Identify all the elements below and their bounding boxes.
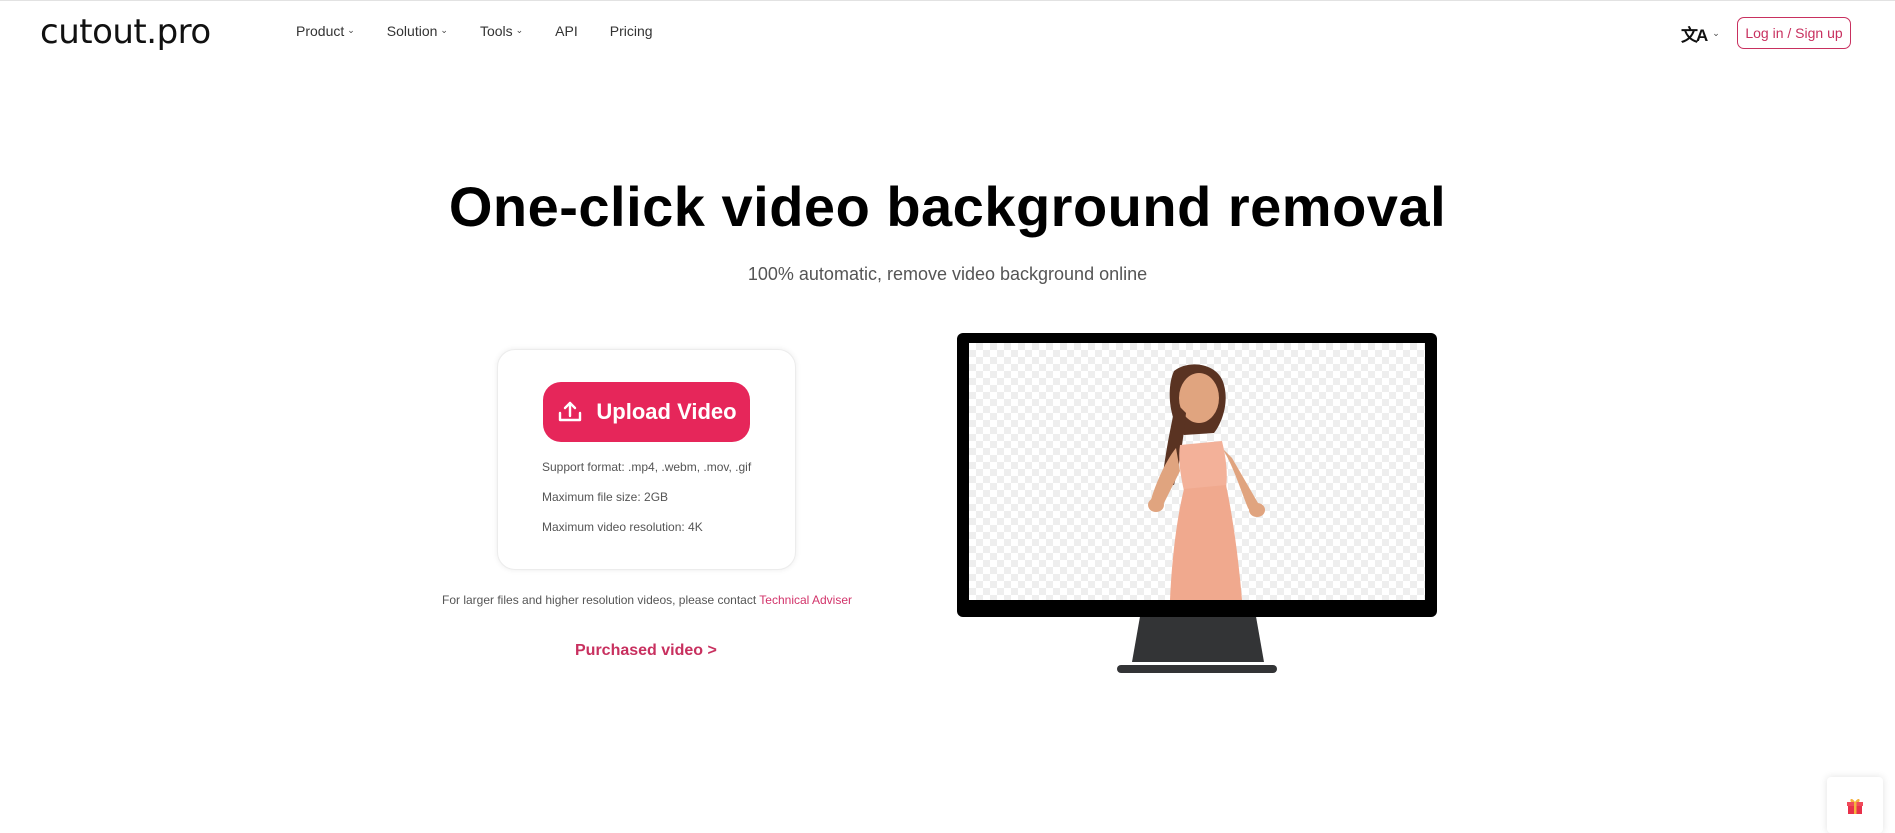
chevron-down-icon: ⌄	[515, 24, 524, 35]
monitor-stand	[1132, 617, 1264, 662]
nav-label: Product	[296, 23, 345, 39]
nav-product[interactable]: Product ⌄	[296, 23, 355, 39]
nav-label: API	[555, 23, 578, 39]
main-nav: Product ⌄ Solution ⌄ Tools ⌄ API Pricing	[296, 23, 685, 39]
nav-label: Tools	[479, 23, 513, 39]
nav-tools[interactable]: Tools ⌄	[480, 23, 523, 39]
nav-label: Pricing	[609, 23, 653, 39]
upload-card: Upload Video Support format: .mp4, .webm…	[497, 349, 796, 570]
person-cutout-image	[1148, 364, 1265, 600]
spec-resolution: Maximum video resolution: 4K	[542, 520, 703, 534]
chevron-down-icon: ⌄	[440, 24, 448, 35]
contact-text: For larger files and higher resolution v…	[442, 593, 760, 607]
login-signup-button[interactable]: Log in / Sign up	[1737, 17, 1851, 49]
chevron-down-icon: ⌄	[1712, 28, 1720, 38]
transparent-preview	[969, 343, 1425, 600]
upload-button-label: Upload Video	[596, 399, 737, 424]
nav-api[interactable]: API	[555, 23, 578, 39]
monitor-base	[1117, 665, 1277, 673]
logo[interactable]: cutout.pro	[40, 10, 211, 54]
language-selector[interactable]: 文A ⌄	[1681, 21, 1720, 46]
chevron-down-icon: ⌄	[347, 24, 355, 35]
gift-icon	[1847, 798, 1863, 814]
monitor-illustration	[957, 333, 1437, 617]
site-header: cutout.pro Product ⌄ Solution ⌄ Tools ⌄ API…	[0, 1, 1895, 67]
technical-adviser-link[interactable]: Technical Adviser	[759, 593, 852, 607]
nav-solution[interactable]: Solution ⌄	[387, 23, 448, 39]
contact-note: For larger files and higher resolution v…	[442, 593, 852, 607]
gift-button[interactable]	[1827, 777, 1883, 833]
translate-icon: 文A	[1681, 26, 1708, 45]
nav-label: Solution	[386, 23, 438, 39]
spec-file-size: Maximum file size: 2GB	[542, 490, 669, 504]
upload-icon	[559, 401, 582, 422]
purchased-video-link[interactable]: Purchased video >	[575, 642, 717, 660]
page-title: One-click video background removal	[448, 175, 1447, 238]
upload-video-button[interactable]: Upload Video	[543, 382, 750, 442]
nav-pricing[interactable]: Pricing	[610, 23, 653, 39]
spec-format: Support format: .mp4, .webm, .mov, .gif	[542, 460, 752, 474]
page-subtitle: 100% automatic, remove video background …	[747, 264, 1148, 284]
